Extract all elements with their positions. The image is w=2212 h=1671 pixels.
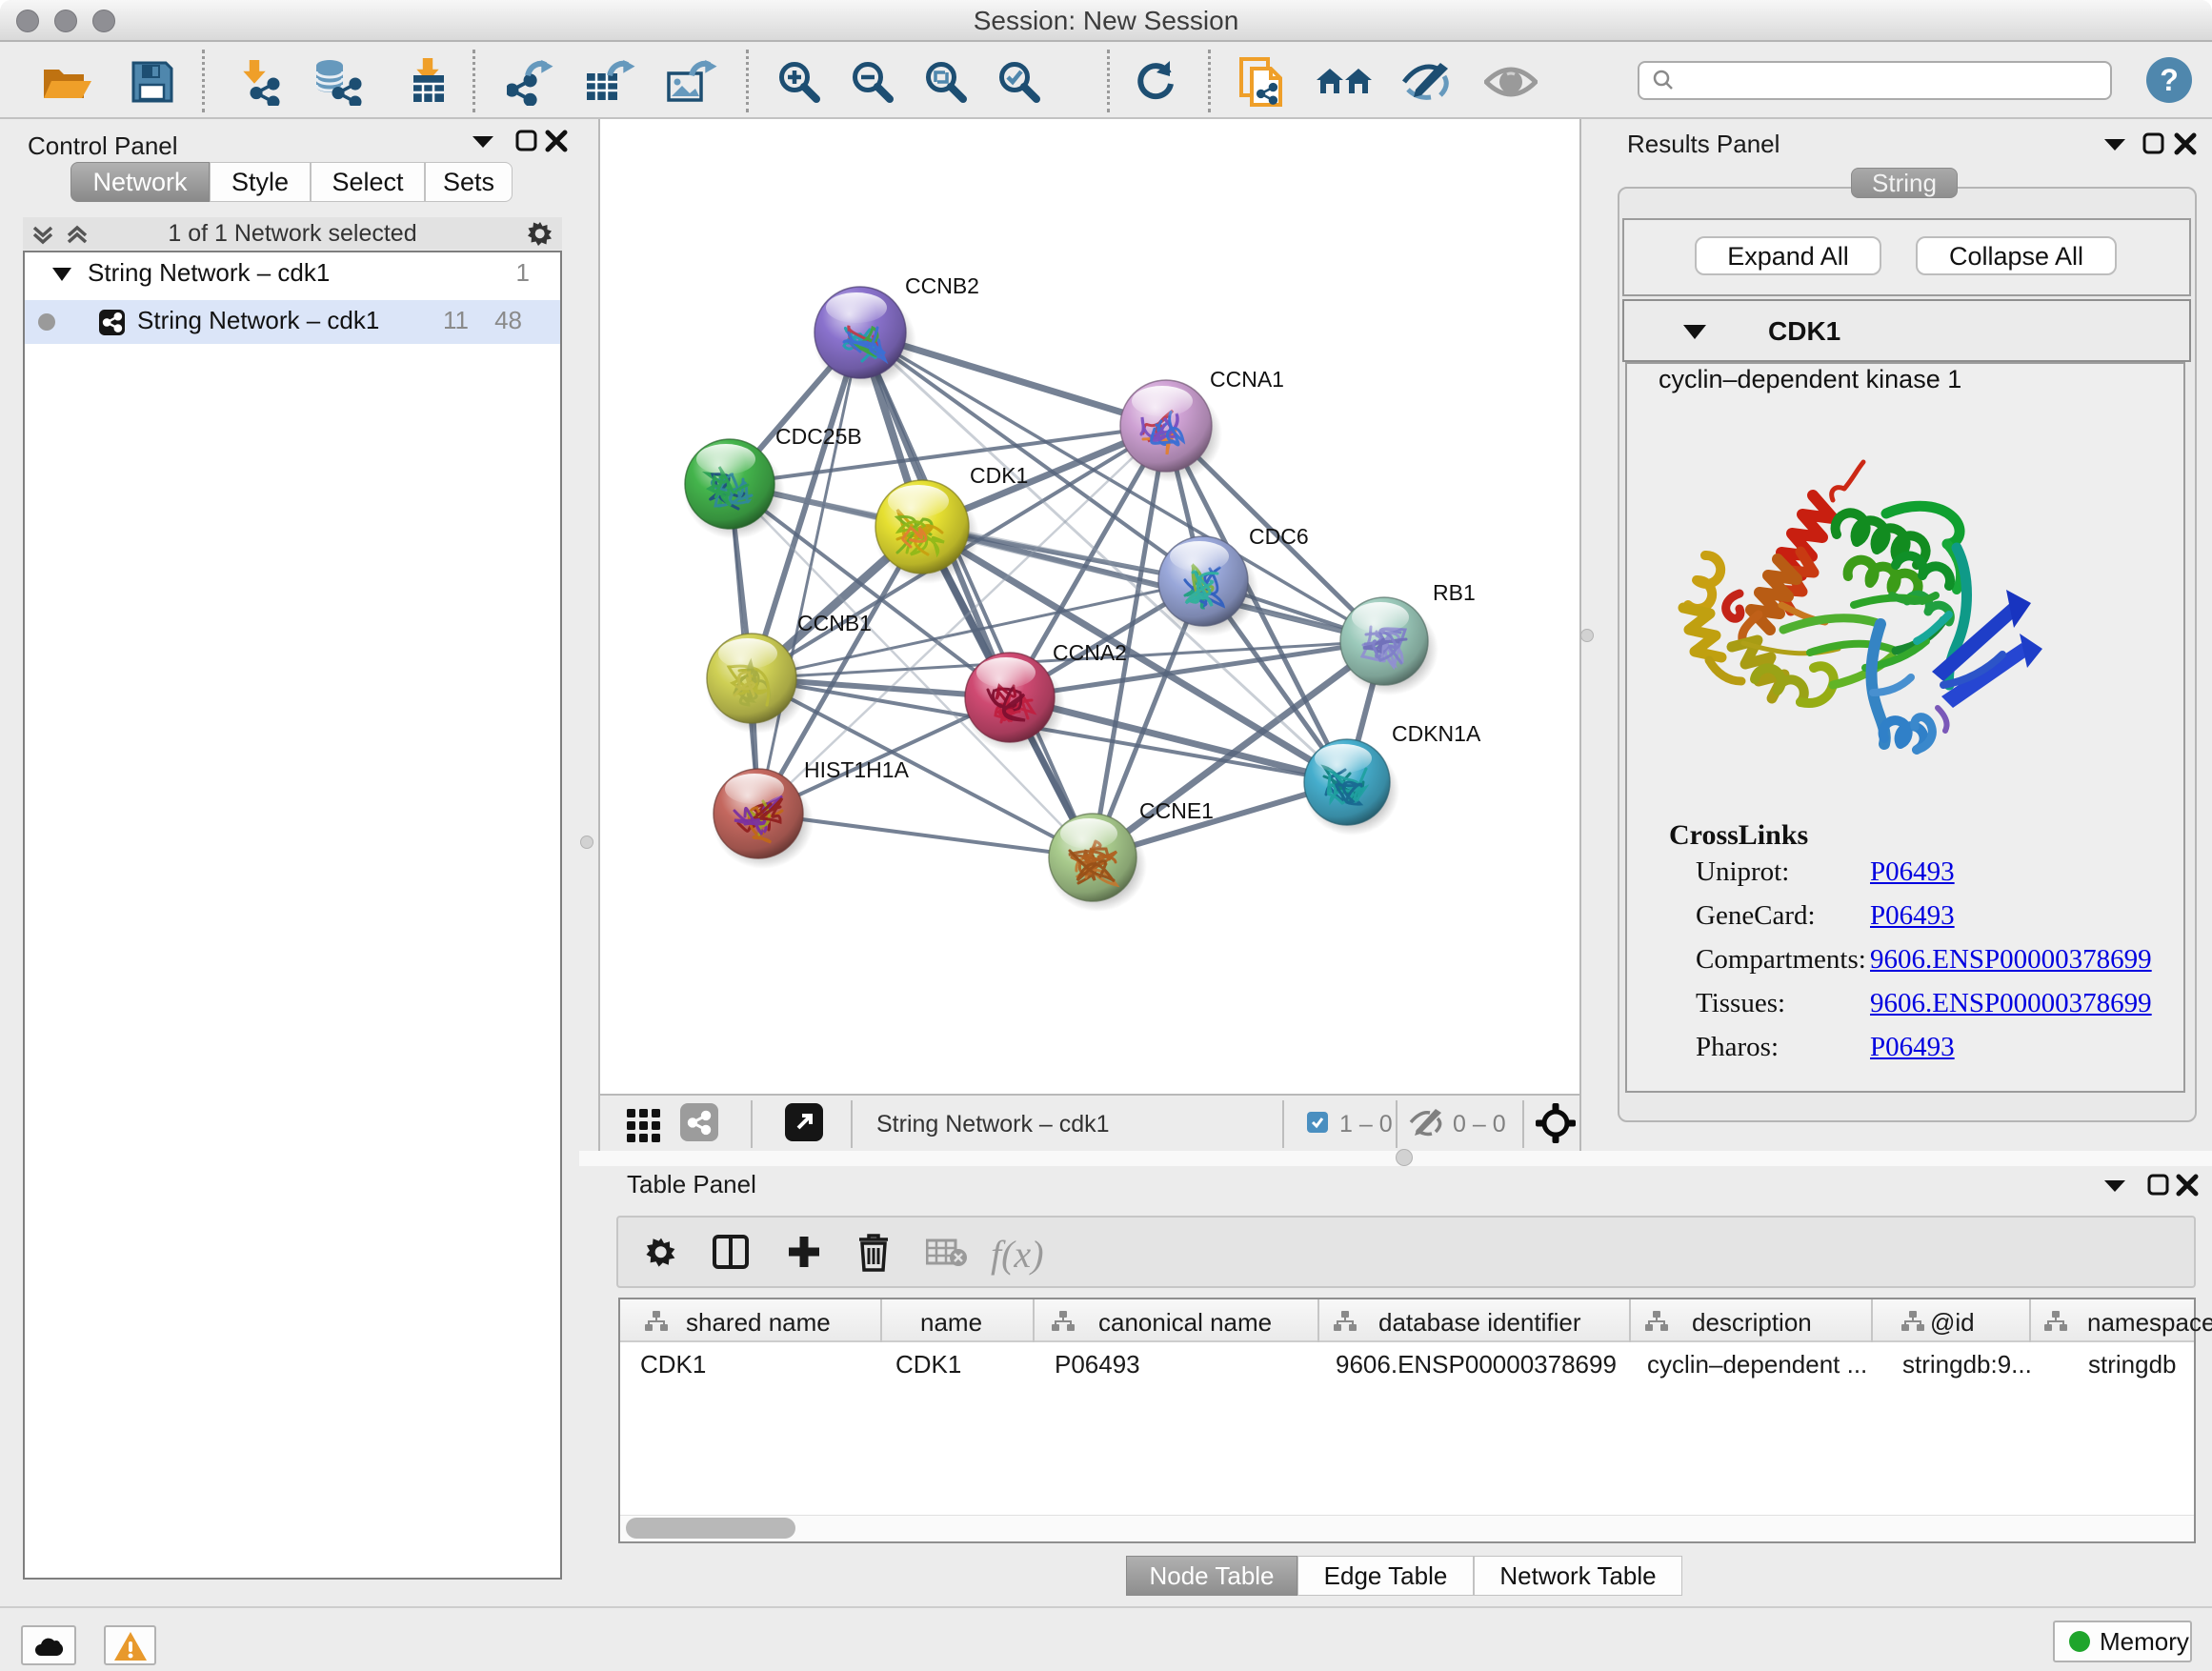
svg-text:CCNA1: CCNA1 [1210,367,1284,392]
svg-text:CCNA2: CCNA2 [1053,640,1127,665]
svg-text:CDK1: CDK1 [970,463,1028,488]
svg-text:CDC25B: CDC25B [775,424,862,449]
svg-text:CCNB1: CCNB1 [797,611,872,635]
svg-text:CCNB2: CCNB2 [905,273,979,298]
svg-text:HIST1H1A: HIST1H1A [804,757,910,782]
svg-text:CDKN1A: CDKN1A [1392,721,1481,746]
svg-text:CDC6: CDC6 [1249,524,1309,549]
svg-text:RB1: RB1 [1433,580,1476,605]
svg-text:CCNE1: CCNE1 [1139,798,1214,823]
